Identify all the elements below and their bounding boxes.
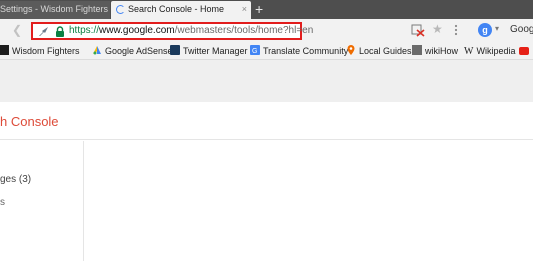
adsense-icon	[93, 46, 101, 55]
tab-title: Search Console - Home	[128, 4, 225, 14]
sidebar-item-partial[interactable]: s	[0, 197, 5, 208]
bookmark-twitter-manager[interactable]: Twitter Manager	[170, 45, 248, 57]
bookmarks-bar: Wisdom Fighters Google AdSense Twitter M…	[0, 43, 533, 60]
back-button[interactable]: ❮	[12, 23, 22, 37]
loading-spinner-icon	[116, 5, 125, 14]
new-tab-button[interactable]: +	[255, 0, 263, 18]
tab-title: Settings - Wisdom Fighters	[0, 4, 109, 14]
rocket-extension-icon[interactable]	[38, 26, 50, 37]
close-tab-icon[interactable]: ×	[242, 1, 247, 18]
wikihow-icon	[412, 45, 422, 55]
address-bar[interactable]: https://www.google.com/webmasters/tools/…	[31, 22, 313, 40]
bookmark-star-icon[interactable]: ★	[432, 22, 443, 36]
secure-lock-icon[interactable]	[55, 26, 65, 38]
tab-search-console-home[interactable]: Search Console - Home ×	[111, 1, 251, 19]
profile-menu-chevron-icon[interactable]: ▾	[495, 24, 499, 33]
sidebar: ges (3) s	[0, 141, 84, 261]
search-console-header	[0, 60, 533, 102]
translate-icon: G	[250, 45, 260, 55]
main-content	[85, 141, 533, 261]
url-text[interactable]: https://www.google.com/webmasters/tools/…	[69, 24, 313, 38]
wikipedia-icon: W	[464, 46, 474, 57]
wisdom-fighters-icon	[0, 45, 9, 55]
bookmark-google-adsense[interactable]: Google AdSense	[92, 45, 173, 57]
page-title-bar: h Console	[0, 102, 533, 140]
tab-settings-wisdom-fighters[interactable]: Settings - Wisdom Fighters	[0, 1, 110, 19]
twitter-icon	[170, 45, 180, 55]
local-guides-icon	[347, 45, 355, 55]
bookmark-wisdom-fighters[interactable]: Wisdom Fighters	[0, 45, 80, 57]
bookmark-wikipedia[interactable]: W Wikipedia	[464, 45, 515, 58]
bookmark-wikihow[interactable]: wikiHow	[412, 45, 458, 57]
blocked-popup-icon[interactable]	[411, 23, 425, 37]
youtube-icon[interactable]	[519, 47, 529, 55]
page-title: h Console	[0, 114, 59, 129]
menu-dots-icon[interactable]	[451, 23, 461, 37]
tab-strip: Settings - Wisdom Fighters Search Consol…	[0, 0, 533, 19]
browser-toolbar: ❮ https://www.google.com/webmasters/tool…	[0, 19, 533, 43]
bookmark-translate-community[interactable]: G Translate Community	[250, 45, 348, 57]
profile-avatar[interactable]: g	[478, 23, 492, 37]
bookmark-local-guides[interactable]: Local Guides	[346, 45, 412, 57]
sidebar-item-messages[interactable]: ges (3)	[0, 174, 31, 185]
profile-name[interactable]: Goog	[510, 24, 533, 35]
svg-text:G: G	[252, 48, 257, 55]
